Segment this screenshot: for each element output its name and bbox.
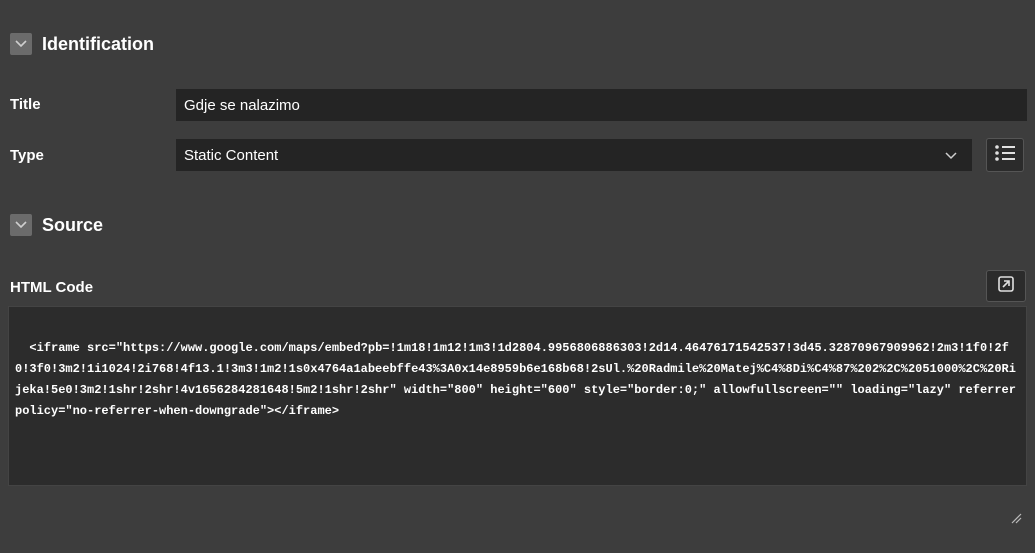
identification-section-header[interactable]: Identification — [0, 9, 1035, 79]
chevron-down-icon[interactable] — [10, 214, 32, 236]
type-select[interactable]: Static Content — [176, 139, 972, 171]
identification-section-title: Identification — [42, 33, 154, 54]
list-view-button[interactable] — [986, 138, 1024, 172]
html-code-text: <iframe src="https://www.google.com/maps… — [15, 341, 1016, 418]
chevron-down-icon[interactable] — [10, 33, 32, 55]
html-code-label: HTML Code — [10, 279, 94, 296]
resize-grip-icon[interactable] — [1010, 469, 1022, 524]
html-code-editor[interactable]: <iframe src="https://www.google.com/maps… — [8, 306, 1027, 524]
title-value: Gdje se nalazimo — [184, 96, 300, 114]
title-label: Title — [10, 96, 41, 113]
type-value: Static Content — [184, 146, 279, 164]
list-view-icon — [994, 143, 1016, 168]
expand-editor-icon — [997, 275, 1015, 298]
source-section-title: Source — [42, 214, 104, 235]
expand-editor-button[interactable] — [986, 270, 1026, 302]
title-field[interactable]: Gdje se nalazimo — [176, 89, 1027, 121]
chevron-down-icon — [944, 148, 958, 162]
type-label: Type — [10, 147, 44, 164]
source-section-header[interactable]: Source — [0, 190, 1035, 260]
